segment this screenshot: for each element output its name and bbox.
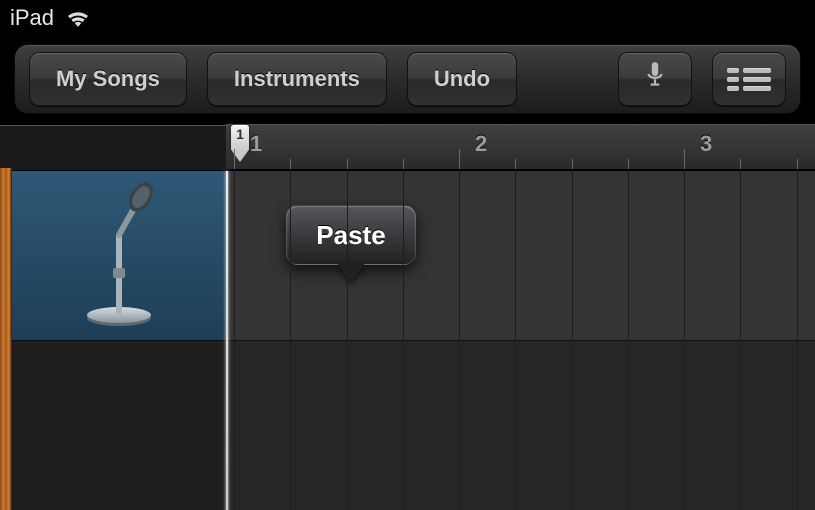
- timeline-ruler[interactable]: 1 1 2 3: [226, 124, 815, 170]
- track-view-button[interactable]: [712, 52, 786, 106]
- my-songs-label: My Songs: [56, 66, 160, 92]
- instruments-button[interactable]: Instruments: [207, 52, 387, 106]
- track-view-icon: [727, 68, 771, 91]
- wifi-icon: [64, 8, 92, 28]
- track-header-empty: [0, 341, 226, 510]
- toolbar: My Songs Instruments Undo: [0, 36, 815, 124]
- workspace: Paste: [0, 170, 815, 510]
- track-row-empty: [226, 341, 815, 510]
- paste-label: Paste: [316, 220, 385, 251]
- undo-label: Undo: [434, 66, 490, 92]
- ruler-bar-number: 1: [250, 131, 262, 157]
- my-songs-button[interactable]: My Songs: [29, 52, 187, 106]
- timeline-canvas[interactable]: Paste: [226, 171, 815, 510]
- playhead[interactable]: 1: [231, 125, 249, 151]
- mic-stand-icon: [59, 173, 179, 338]
- instruments-label: Instruments: [234, 66, 360, 92]
- undo-button[interactable]: Undo: [407, 52, 517, 106]
- ruler-bar-number: 3: [700, 131, 712, 157]
- record-mic-button[interactable]: [618, 52, 692, 106]
- wood-edge-decor: [0, 168, 12, 510]
- track-headers: [0, 171, 226, 510]
- ios-status-bar: iPad: [0, 0, 815, 36]
- device-label: iPad: [10, 5, 54, 31]
- microphone-icon: [642, 61, 668, 97]
- ruler-bar-number: 2: [475, 131, 487, 157]
- context-menu-paste[interactable]: Paste: [286, 205, 416, 265]
- playhead-line: [226, 171, 228, 510]
- track-header-1[interactable]: [0, 171, 226, 341]
